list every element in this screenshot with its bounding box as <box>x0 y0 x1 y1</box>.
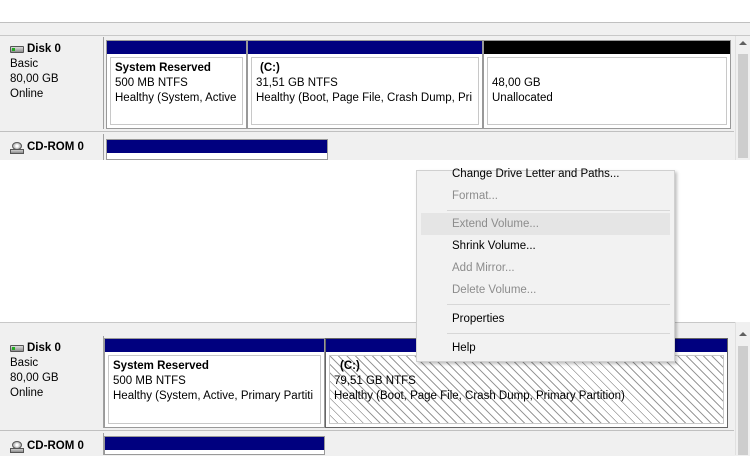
disk-icon <box>10 345 24 352</box>
scroll-thumb[interactable] <box>738 346 748 455</box>
top-disk-panel: Disk 0 Basic 80,00 GB Online System Rese… <box>0 0 750 160</box>
menu-separator <box>447 210 670 211</box>
cdrom-name: CD-ROM 0 <box>27 141 84 153</box>
cdrom-icon <box>10 141 24 154</box>
disk-name: Disk 0 <box>27 342 61 354</box>
menu-item-shrink-volume[interactable]: Shrink Volume... <box>421 235 670 257</box>
partition-status: Unallocated <box>492 92 553 104</box>
menu-item-delete-volume[interactable]: Delete Volume... <box>421 279 670 301</box>
scroll-thumb[interactable] <box>738 54 748 158</box>
disk-status: Online <box>10 88 44 100</box>
vertical-scrollbar[interactable] <box>735 322 750 455</box>
menu-item-add-mirror[interactable]: Add Mirror... <box>421 257 670 279</box>
disk-type: Basic <box>10 357 39 369</box>
partition-size: 500 MB NTFS <box>115 77 188 89</box>
disk-type: Basic <box>10 58 39 70</box>
partition-status: Healthy (System, Active, Primary Partiti <box>113 390 314 402</box>
cdrom-partition[interactable] <box>106 139 328 160</box>
scroll-up-arrow[interactable] <box>739 41 747 45</box>
disk-size: 80,00 GB <box>10 372 59 384</box>
partition-size: 31,51 GB NTFS <box>256 77 338 89</box>
partition-size: 48,00 GB <box>492 77 541 89</box>
disk-icon <box>10 46 24 53</box>
partition-status: Healthy (System, Active <box>115 92 237 104</box>
partition-color-bar <box>484 41 730 54</box>
partition-name: System Reserved <box>115 62 211 74</box>
partition-color-bar <box>105 437 324 450</box>
partition-system-reserved[interactable]: System Reserved 500 MB NTFS Healthy (Sys… <box>104 338 325 428</box>
disk-status: Online <box>10 387 44 399</box>
partition-color-bar <box>105 339 324 352</box>
partition-status: Healthy (Boot, Page File, Crash Dump, Pr… <box>256 92 473 104</box>
partition-unallocated[interactable]: 48,00 GB Unallocated <box>483 40 731 129</box>
row-divider <box>0 430 734 431</box>
cdrom-icon <box>10 440 24 453</box>
partition-color-bar <box>107 140 327 153</box>
disk0-label[interactable]: Disk 0 Basic 80,00 GB Online <box>0 37 104 129</box>
cdrom-label[interactable]: CD-ROM 0 <box>0 134 104 160</box>
partition-system-reserved[interactable]: System Reserved 500 MB NTFS Healthy (Sys… <box>106 40 247 129</box>
cdrom-partition[interactable] <box>104 436 325 455</box>
partition-size: 79,51 GB NTFS <box>334 375 416 387</box>
menu-item-help[interactable]: Help <box>421 337 670 359</box>
menu-item-format[interactable]: Format... <box>421 185 670 207</box>
partition-name: System Reserved <box>113 360 209 372</box>
row-divider <box>0 131 734 132</box>
top-white-strip <box>0 0 750 23</box>
disk-size: 80,00 GB <box>10 73 59 85</box>
vertical-scrollbar[interactable] <box>735 36 750 160</box>
partition-color-bar <box>248 41 482 54</box>
partition-status: Healthy (Boot, Page File, Crash Dump, Pr… <box>334 390 625 402</box>
menu-separator <box>447 304 670 305</box>
partition-color-bar <box>107 41 246 54</box>
menu-separator <box>447 333 670 334</box>
scroll-up-arrow[interactable] <box>739 332 747 336</box>
disk0-label[interactable]: Disk 0 Basic 80,00 GB Online <box>0 336 104 428</box>
menu-item-extend-volume[interactable]: Extend Volume... <box>421 213 670 235</box>
menu-item-properties[interactable]: Properties <box>421 308 670 330</box>
partition-size: 500 MB NTFS <box>113 375 186 387</box>
context-menu: Change Drive Letter and Paths... Format.… <box>416 168 675 362</box>
top-separator <box>0 23 750 36</box>
disk-name: Disk 0 <box>27 43 61 55</box>
cdrom-label[interactable]: CD-ROM 0 <box>0 433 104 455</box>
cdrom-name: CD-ROM 0 <box>27 440 84 452</box>
partition-c[interactable]: (C:) 31,51 GB NTFS Healthy (Boot, Page F… <box>247 40 483 129</box>
menu-item-change-drive-letter[interactable]: Change Drive Letter and Paths... <box>421 163 670 185</box>
partition-name: (C:) <box>260 62 280 74</box>
